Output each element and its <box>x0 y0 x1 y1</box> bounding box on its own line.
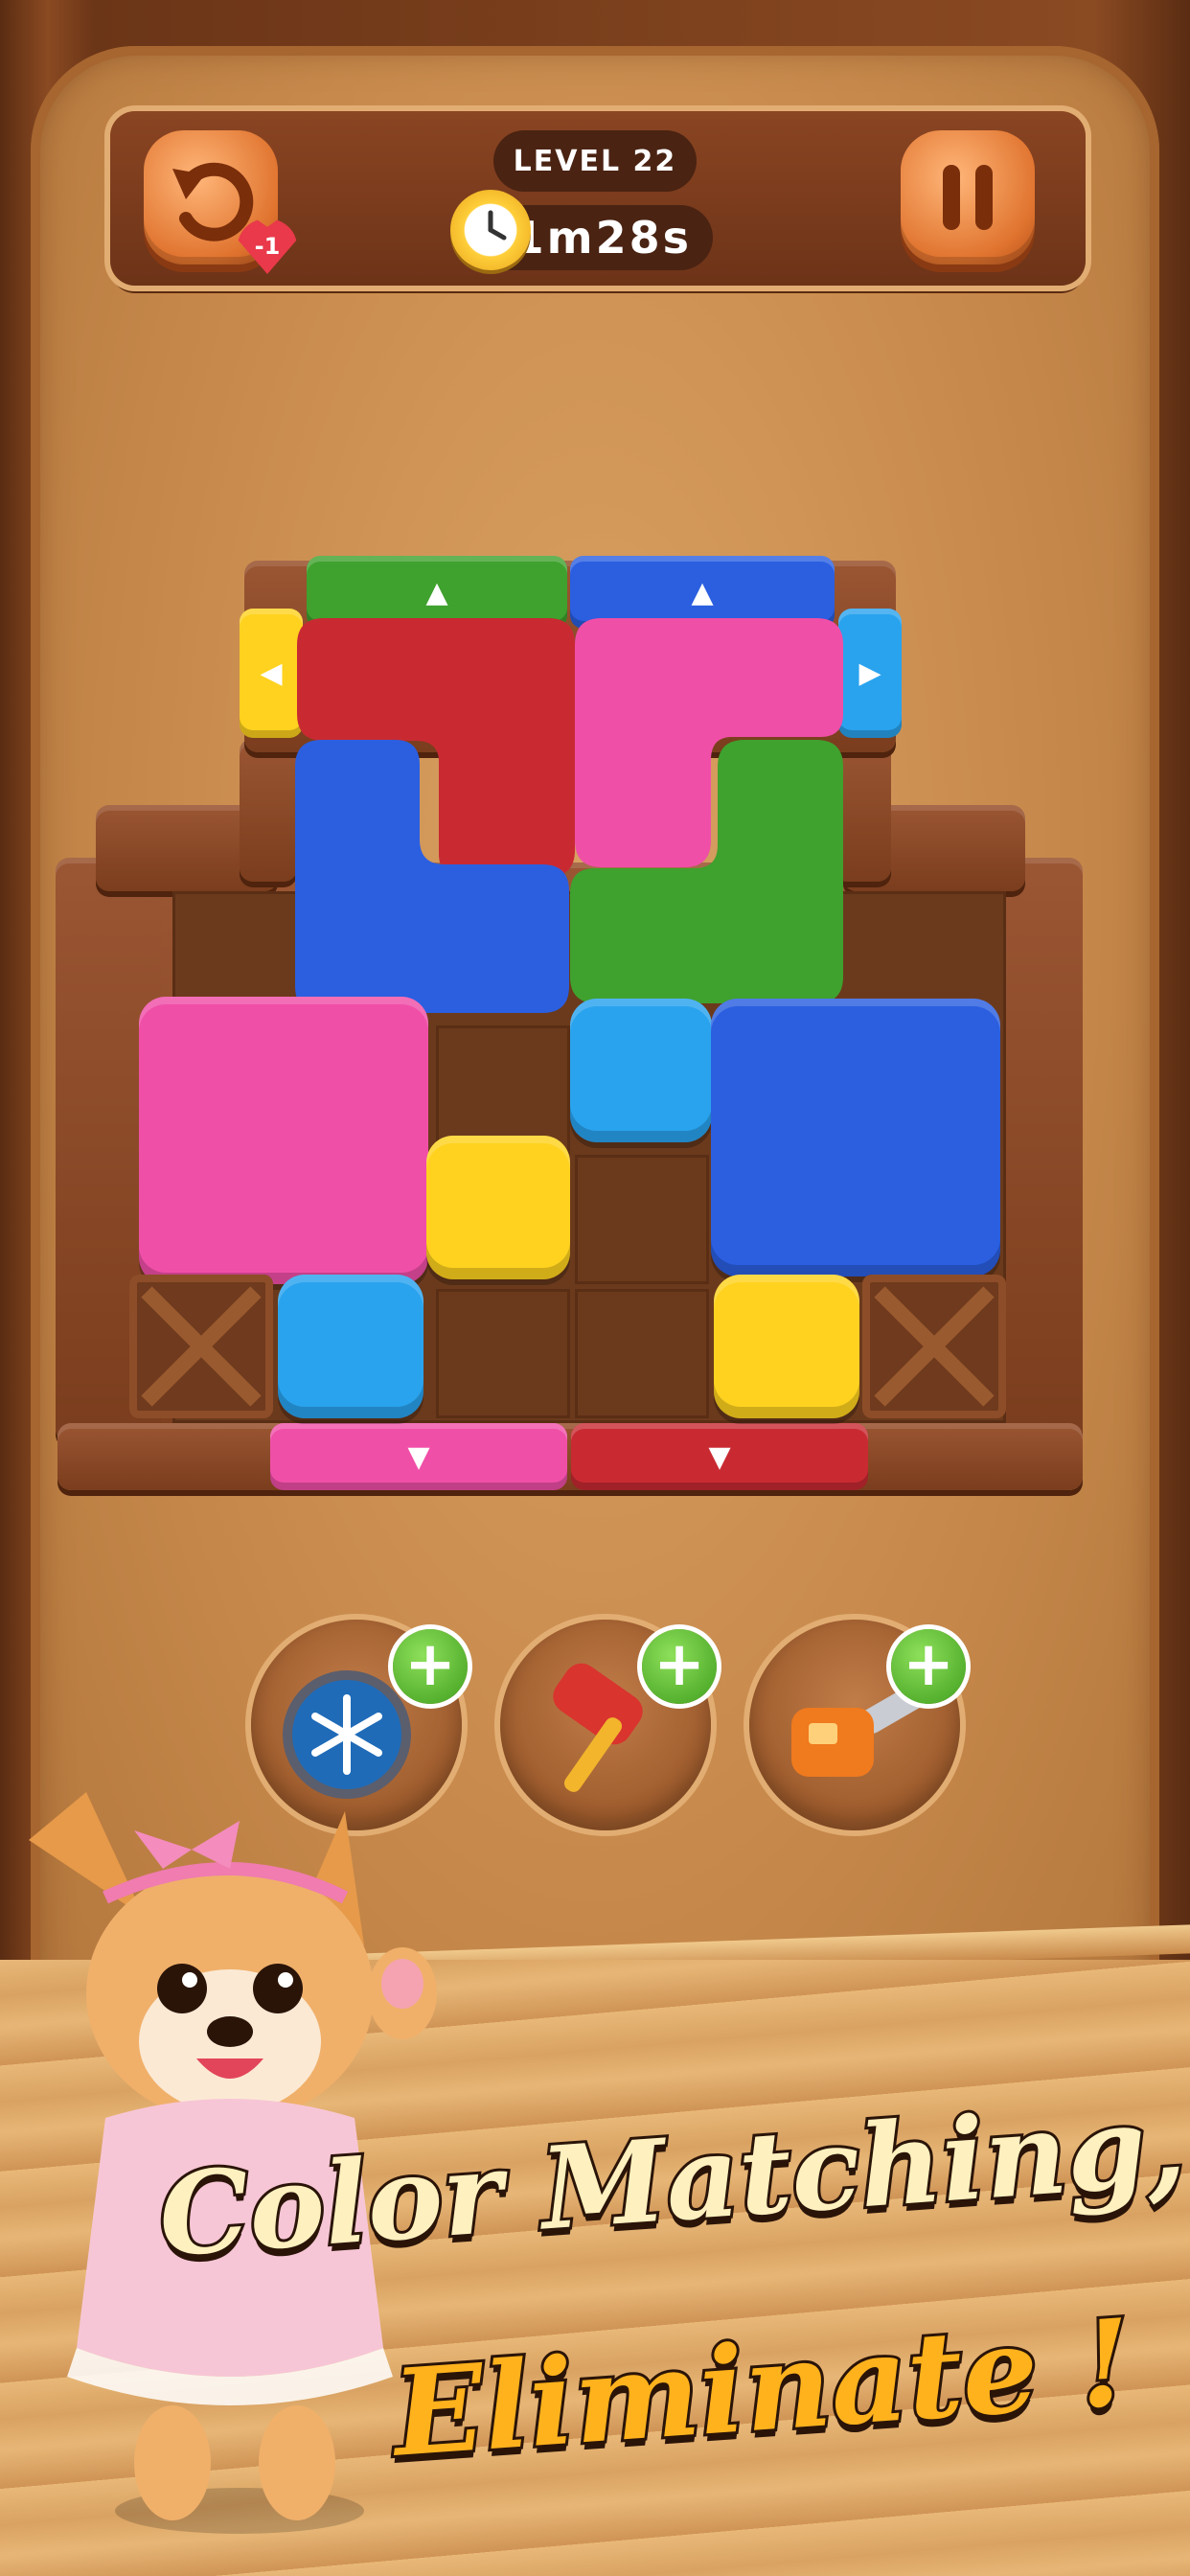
booster-hammer[interactable]: + <box>500 1620 717 1830</box>
add-booster-button[interactable]: + <box>642 1629 717 1704</box>
pink-exit-bottom: ▼ <box>270 1423 567 1490</box>
blue-l-block[interactable] <box>295 740 569 1013</box>
crate-obstacle <box>129 1275 273 1418</box>
stopwatch-icon <box>450 190 531 270</box>
green-l-block[interactable] <box>570 740 843 1003</box>
add-booster-button[interactable]: + <box>393 1629 468 1704</box>
cyan-exit-right: ▶ <box>838 609 902 738</box>
grid-cell <box>575 1155 709 1284</box>
yellow-small-block[interactable] <box>714 1275 859 1418</box>
add-booster-button[interactable]: + <box>891 1629 966 1704</box>
blue-square-block[interactable] <box>711 999 1000 1276</box>
booster-chainsaw[interactable]: + <box>749 1620 966 1830</box>
bottom-wall <box>57 1423 1083 1490</box>
cyan-small-block[interactable] <box>278 1275 423 1418</box>
crate-obstacle <box>862 1275 1006 1418</box>
level-label: LEVEL 22 <box>493 130 697 192</box>
yellow-small-block[interactable] <box>426 1136 570 1279</box>
undo-cost-badge: -1 <box>238 218 297 274</box>
grid-cell <box>575 1289 709 1418</box>
grid-cell <box>436 1289 570 1418</box>
pause-button[interactable] <box>901 130 1035 264</box>
left-inner-wall <box>240 738 297 882</box>
yellow-exit-left: ◀ <box>240 609 303 738</box>
pink-square-block[interactable] <box>139 997 428 1284</box>
red-exit-bottom: ▼ <box>571 1423 868 1490</box>
cyan-small-block[interactable] <box>570 999 712 1142</box>
pause-icon <box>943 165 993 230</box>
